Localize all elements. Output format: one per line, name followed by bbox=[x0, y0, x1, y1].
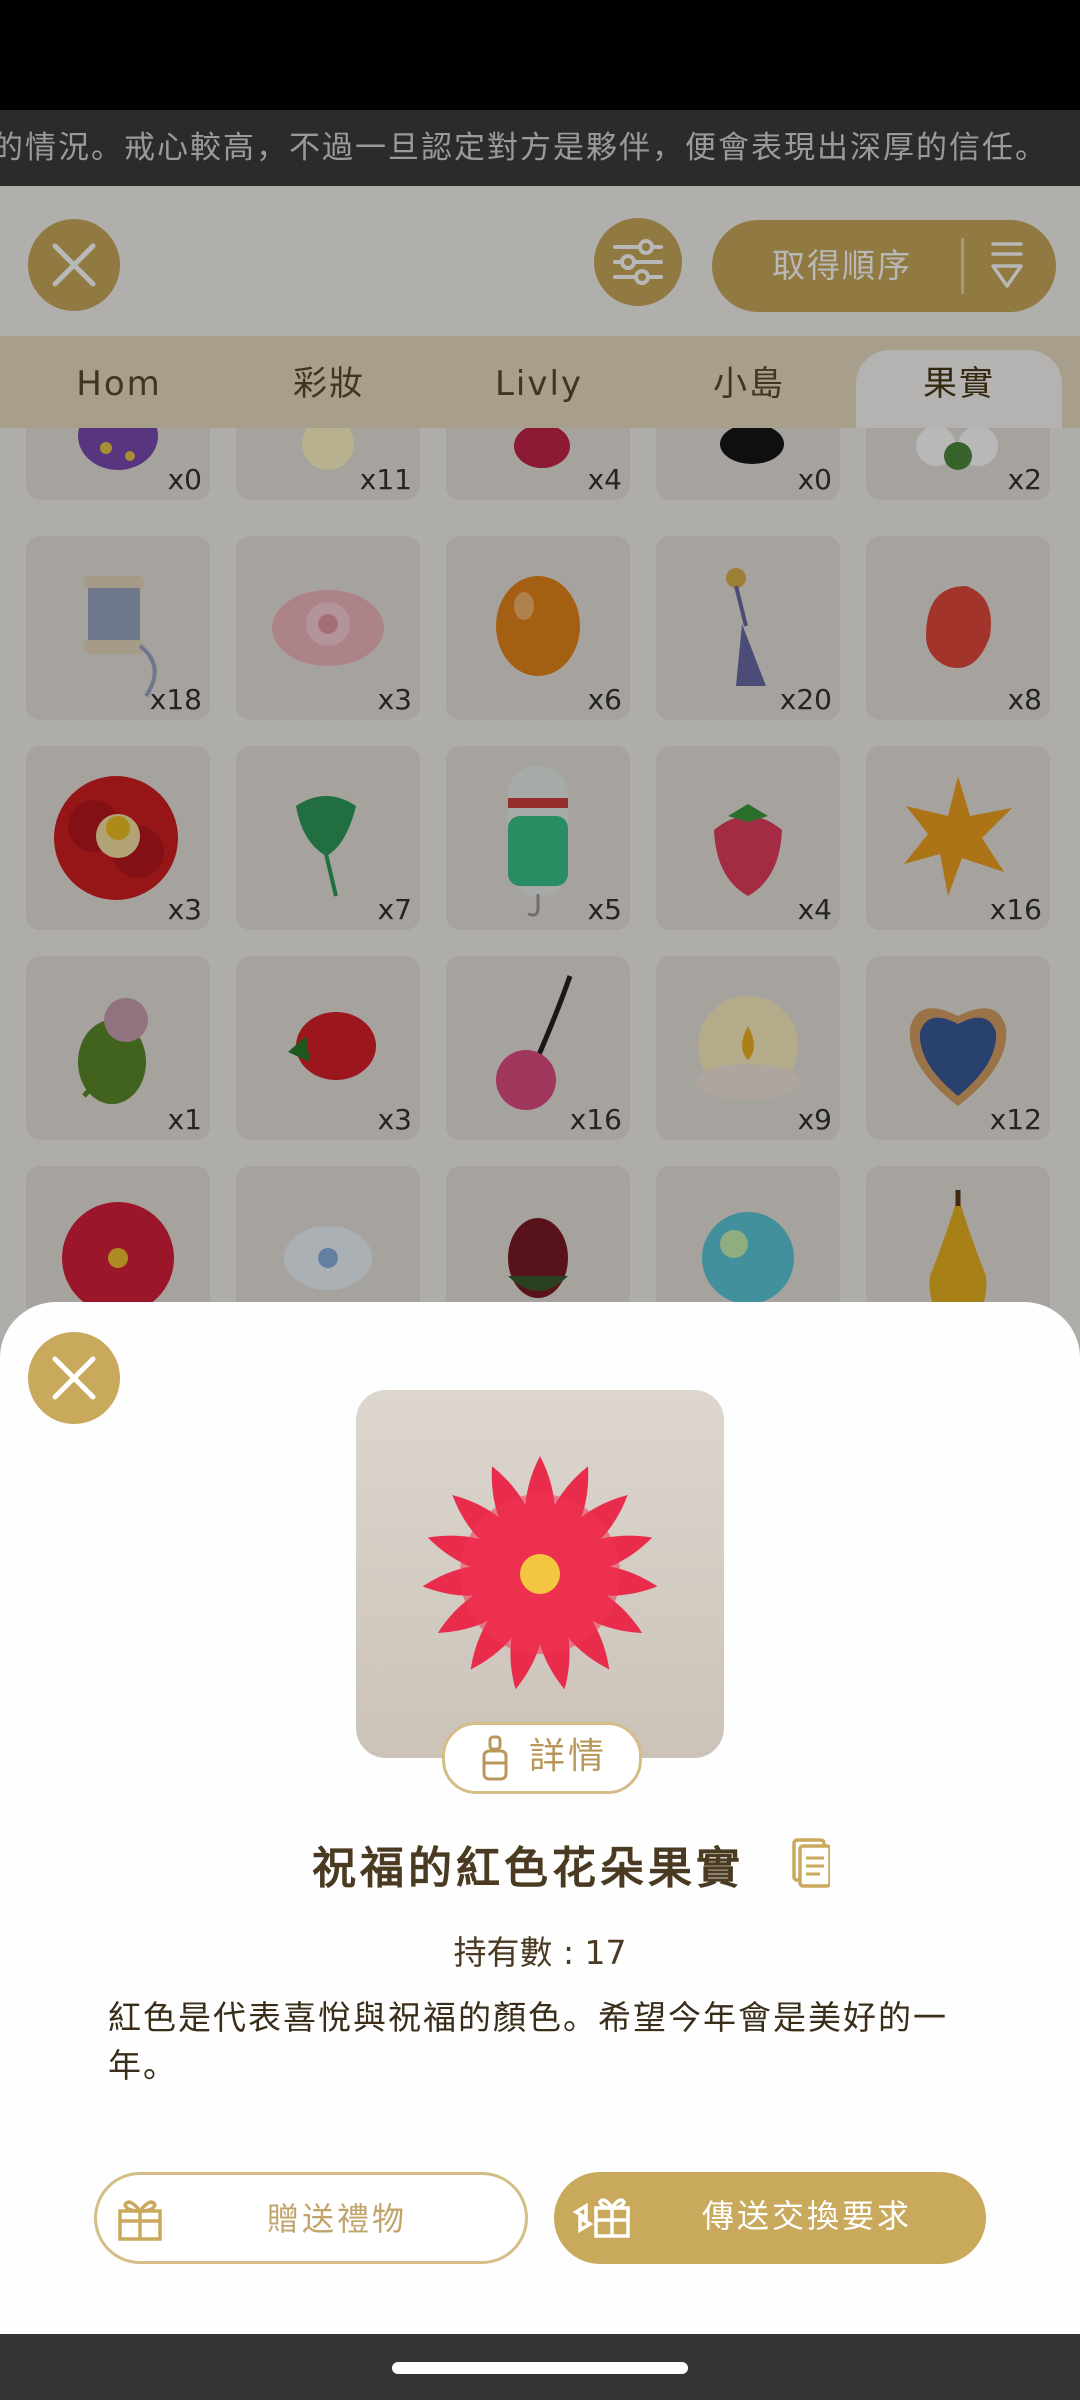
item-count: x0 bbox=[167, 463, 202, 496]
item-count: x3 bbox=[377, 683, 412, 716]
trade-gift-icon bbox=[572, 2198, 630, 2238]
details-label: 詳情 bbox=[529, 1736, 608, 1777]
pear-icon bbox=[929, 1190, 987, 1308]
grid-item[interactable] bbox=[866, 1166, 1050, 1308]
sort-order-label: 取得順序 bbox=[772, 246, 912, 285]
grid-item[interactable]: x8 bbox=[866, 536, 1050, 720]
filter-button[interactable] bbox=[594, 218, 682, 306]
item-count: x5 bbox=[587, 893, 622, 926]
item-count: x9 bbox=[797, 1103, 832, 1136]
document-icon[interactable] bbox=[790, 1838, 830, 1888]
grid-item[interactable]: x16 bbox=[866, 746, 1050, 930]
item-count: x16 bbox=[569, 1103, 622, 1136]
close-icon bbox=[52, 243, 96, 287]
sort-funnel-icon bbox=[991, 242, 1023, 288]
send-gift-button[interactable]: 贈送禮物 bbox=[94, 2172, 528, 2264]
grid-item[interactable] bbox=[236, 1166, 420, 1308]
tab-makeup[interactable]: 彩妝 bbox=[224, 336, 434, 428]
grid-item[interactable] bbox=[26, 1166, 210, 1308]
item-name: 祝福的紅色花朵果實 bbox=[0, 1832, 1080, 1896]
gift-icon bbox=[118, 2200, 162, 2241]
item-count: x16 bbox=[989, 893, 1042, 926]
item-count: x0 bbox=[797, 463, 832, 496]
grid-item[interactable]: x6 bbox=[446, 536, 630, 720]
item-count: x8 bbox=[1007, 683, 1042, 716]
grid-item[interactable]: x3 bbox=[236, 536, 420, 720]
grid-item[interactable]: x4 bbox=[446, 428, 630, 500]
grid-item[interactable]: x16 bbox=[446, 956, 630, 1140]
item-count: x6 bbox=[587, 683, 622, 716]
grid-item[interactable]: x3 bbox=[26, 746, 210, 930]
item-image bbox=[356, 1390, 724, 1758]
tab-hom[interactable]: Hom bbox=[14, 336, 224, 428]
grid-item[interactable]: x20 bbox=[656, 536, 840, 720]
item-count: x7 bbox=[377, 893, 412, 926]
item-count: x12 bbox=[989, 1103, 1042, 1136]
item-count: x11 bbox=[359, 463, 412, 496]
bubble-icon bbox=[702, 1212, 794, 1304]
owned-count: 持有數 : 17 bbox=[453, 1933, 627, 1972]
grid-item[interactable] bbox=[446, 1166, 630, 1308]
grid-item[interactable]: x12 bbox=[866, 956, 1050, 1140]
item-count: x2 bbox=[1007, 463, 1042, 496]
home-indicator[interactable] bbox=[392, 2362, 688, 2374]
grid-item[interactable]: x9 bbox=[656, 956, 840, 1140]
divider bbox=[961, 238, 964, 294]
item-grid: x0 x11 x4 x0 x2 x18 x3 x6 x20 x8 x3 x7 x… bbox=[0, 428, 1080, 1308]
grid-item[interactable]: x11 bbox=[236, 428, 420, 500]
status-bar bbox=[0, 0, 1080, 110]
grid-item[interactable]: x0 bbox=[26, 428, 210, 500]
item-count: x3 bbox=[377, 1103, 412, 1136]
close-icon bbox=[52, 1356, 96, 1400]
sort-order-button[interactable]: 取得順序 bbox=[712, 220, 1056, 312]
sheet-close-button[interactable] bbox=[28, 1332, 120, 1424]
item-count: x1 bbox=[167, 1103, 202, 1136]
grid-item[interactable]: x0 bbox=[656, 428, 840, 500]
item-name-text: 祝福的紅色花朵果實 bbox=[312, 1843, 744, 1894]
item-count: x3 bbox=[167, 893, 202, 926]
item-detail-sheet: 詳情 祝福的紅色花朵果實 持有數 : 17 紅色是代表喜悅與祝福的顏色。希望今年… bbox=[0, 1302, 1080, 2334]
send-trade-label: 傳送交換要求 bbox=[702, 2197, 913, 2235]
red-flower-icon bbox=[62, 1202, 174, 1308]
grid-item[interactable] bbox=[656, 1166, 840, 1308]
sliders-icon bbox=[613, 239, 663, 285]
item-count: x4 bbox=[587, 463, 622, 496]
send-gift-label: 贈送禮物 bbox=[267, 2200, 408, 2238]
marquee-banner: 的情況。戒心較高，不過一旦認定對方是夥伴，便會表現出深厚的信任。 bbox=[0, 110, 1080, 186]
grid-item[interactable]: x7 bbox=[236, 746, 420, 930]
rosebud-icon bbox=[508, 1218, 568, 1298]
item-count: x20 bbox=[779, 683, 832, 716]
red-flower-icon bbox=[422, 1456, 658, 1690]
category-tabs: Hom 彩妝 Livly 小島 果實 bbox=[0, 336, 1080, 428]
details-button[interactable]: 詳情 bbox=[442, 1722, 642, 1794]
tab-island[interactable]: 小島 bbox=[644, 336, 854, 428]
grid-item[interactable]: x1 bbox=[26, 956, 210, 1140]
item-description: 紅色是代表喜悅與祝福的顏色。希望今年會是美好的一年。 bbox=[108, 1998, 948, 2085]
grid-item[interactable]: x4 bbox=[656, 746, 840, 930]
close-button[interactable] bbox=[28, 219, 120, 311]
item-count: x18 bbox=[149, 683, 202, 716]
tab-livly[interactable]: Livly bbox=[434, 336, 644, 428]
grid-item[interactable]: x5 bbox=[446, 746, 630, 930]
bottle-icon bbox=[482, 1735, 508, 1781]
send-trade-request-button[interactable]: 傳送交換要求 bbox=[554, 2172, 986, 2264]
marquee-text: 的情況。戒心較高，不過一旦認定對方是夥伴，便會表現出深厚的信任。 bbox=[0, 130, 1048, 166]
tab-fruit[interactable]: 果實 bbox=[856, 350, 1062, 428]
white-lily-icon bbox=[284, 1226, 372, 1290]
grid-item[interactable]: x3 bbox=[236, 956, 420, 1140]
grid-item[interactable]: x18 bbox=[26, 536, 210, 720]
grid-item[interactable]: x2 bbox=[866, 428, 1050, 500]
item-count: x4 bbox=[797, 893, 832, 926]
